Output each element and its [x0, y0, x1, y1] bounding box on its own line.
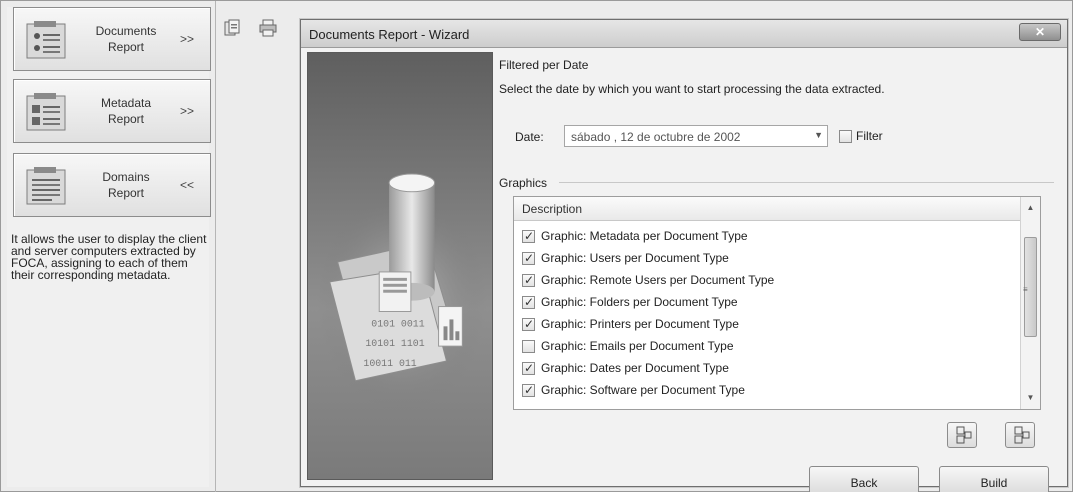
graphic-checkbox[interactable] — [522, 361, 535, 375]
graphics-list: Description Graphic: Metadata per Docume… — [513, 196, 1041, 410]
list-scrollbar[interactable]: ▲ ≡ ▼ — [1020, 197, 1040, 409]
graphics-list-rows: Graphic: Metadata per Document Type Graph… — [518, 225, 1018, 401]
scroll-down-icon[interactable]: ▼ — [1021, 389, 1040, 407]
documents-report-icon — [26, 21, 66, 59]
graphic-checkbox[interactable] — [522, 339, 535, 353]
svg-text:10101 1101: 10101 1101 — [365, 338, 424, 349]
report-sidebar: Documents Report >> Metadata Report >> D… — [7, 7, 211, 487]
report-icon[interactable] — [223, 19, 241, 37]
graphics-divider — [559, 182, 1054, 183]
documents-report-wizard: Documents Report - Wizard ✕ 0101 0011 10 — [300, 19, 1068, 492]
list-header[interactable]: Description — [514, 197, 1020, 221]
graphic-checkbox[interactable] — [522, 383, 535, 397]
app-window: Documents Report >> Metadata Report >> D… — [0, 0, 1073, 492]
expand-arrow: >> — [179, 32, 194, 46]
graphic-checkbox[interactable] — [522, 273, 535, 287]
domains-report-line2: Report — [107, 186, 145, 200]
domains-report-icon — [26, 167, 66, 205]
domains-report-button[interactable]: Domains Report << — [13, 153, 211, 217]
date-label: Date: — [515, 130, 544, 144]
filter-checkbox[interactable] — [839, 129, 852, 143]
documents-report-line2: Report — [107, 40, 145, 54]
list-item[interactable]: Graphic: Users per Document Type — [518, 247, 1018, 269]
build-button[interactable]: Build — [939, 466, 1049, 492]
svg-text:10011 011: 10011 011 — [363, 358, 416, 369]
list-item[interactable]: Graphic: Remote Users per Document Type — [518, 269, 1018, 291]
list-item[interactable]: Graphic: Metadata per Document Type — [518, 225, 1018, 247]
deselect-all-button[interactable] — [1005, 422, 1035, 448]
graphic-checkbox[interactable] — [522, 251, 535, 265]
report-description: It allows the user to display the client… — [11, 232, 207, 282]
graphic-checkbox[interactable] — [522, 317, 535, 331]
list-item[interactable]: Graphic: Software per Document Type — [518, 379, 1018, 401]
select-all-button[interactable] — [947, 422, 977, 448]
list-item[interactable]: Graphic: Printers per Document Type — [518, 313, 1018, 335]
date-picker[interactable]: sábado , 12 de octubre de 2002 ▼ — [564, 125, 828, 147]
wizard-title: Documents Report - Wizard — [309, 27, 470, 42]
scroll-grip-icon: ≡ — [1023, 285, 1028, 294]
graphic-item-label: Graphic: Users per Document Type — [541, 251, 729, 265]
list-item[interactable]: Graphic: Folders per Document Type — [518, 291, 1018, 313]
scroll-up-icon[interactable]: ▲ — [1021, 199, 1040, 217]
documents-report-button[interactable]: Documents Report >> — [13, 7, 211, 71]
documents-report-line1: Documents — [95, 24, 157, 38]
graphic-item-label: Graphic: Emails per Document Type — [541, 339, 734, 353]
print-icon[interactable] — [259, 19, 277, 37]
filter-label: Filter — [856, 129, 883, 143]
filter-checkbox-group[interactable]: Filter — [839, 129, 883, 143]
list-item[interactable]: Graphic: Emails per Document Type — [518, 335, 1018, 357]
wizard-side-image: 0101 0011 10101 1101 10011 011 — [307, 52, 493, 480]
filter-instruction: Select the date by which you want to sta… — [499, 82, 885, 96]
metadata-report-icon — [26, 93, 66, 131]
chevron-down-icon[interactable]: ▼ — [814, 130, 823, 140]
metadata-report-line2: Report — [107, 112, 145, 126]
collapse-arrow: << — [179, 178, 194, 192]
metadata-report-line1: Metadata — [100, 96, 152, 110]
close-button[interactable]: ✕ — [1019, 23, 1061, 41]
expand-arrow: >> — [179, 104, 194, 118]
graphic-checkbox[interactable] — [522, 229, 535, 243]
wizard-titlebar: Documents Report - Wizard ✕ — [301, 20, 1067, 48]
wizard-content: Filtered per Date Select the date by whi… — [499, 52, 1059, 492]
description-column-header: Description — [522, 202, 583, 216]
select-all-icon — [956, 426, 972, 444]
graphic-checkbox[interactable] — [522, 295, 535, 309]
domains-report-line1: Domains — [102, 170, 150, 184]
graphic-item-label: Graphic: Dates per Document Type — [541, 361, 729, 375]
list-item[interactable]: Graphic: Dates per Document Type — [518, 357, 1018, 379]
graphic-item-label: Graphic: Remote Users per Document Type — [541, 273, 775, 287]
back-button[interactable]: Back — [809, 466, 919, 492]
deselect-all-icon — [1014, 426, 1030, 444]
svg-text:0101 0011: 0101 0011 — [371, 318, 424, 329]
graphics-title: Graphics — [499, 176, 548, 190]
graphic-item-label: Graphic: Software per Document Type — [541, 383, 745, 397]
graphic-item-label: Graphic: Metadata per Document Type — [541, 229, 748, 243]
graphic-item-label: Graphic: Folders per Document Type — [541, 295, 738, 309]
filtered-per-date-title: Filtered per Date — [499, 58, 589, 72]
panel-divider — [215, 1, 216, 492]
metadata-report-button[interactable]: Metadata Report >> — [13, 79, 211, 143]
graphic-item-label: Graphic: Printers per Document Type — [541, 317, 739, 331]
date-value: sábado , 12 de octubre de 2002 — [571, 130, 741, 144]
